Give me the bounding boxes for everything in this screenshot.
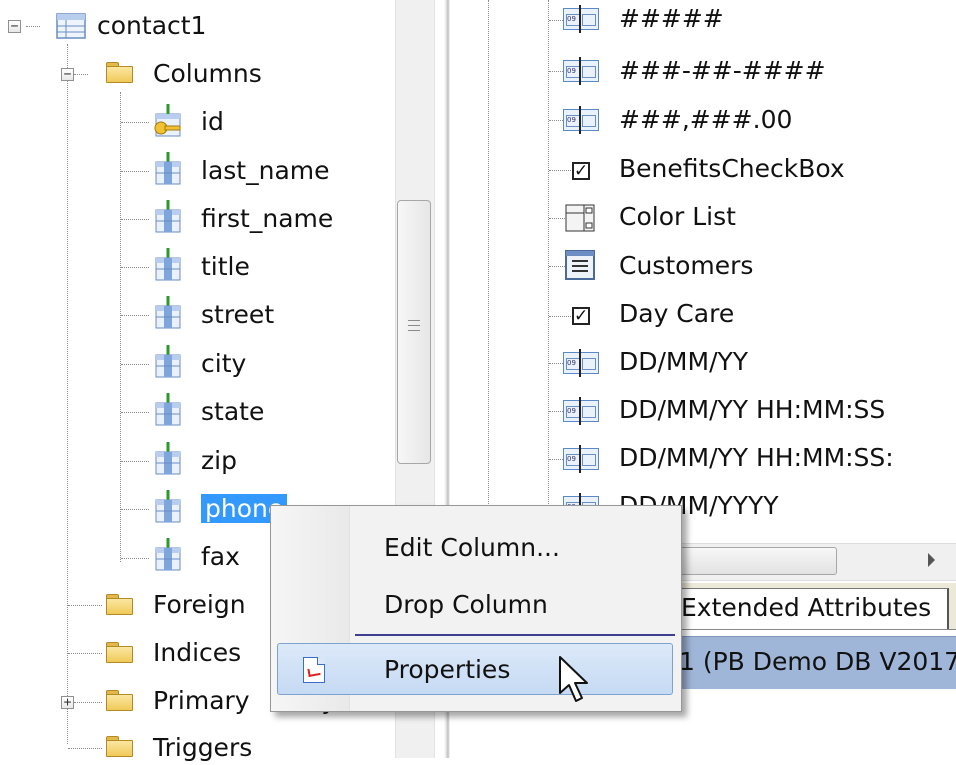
column-icon <box>155 248 181 281</box>
edit-style-item[interactable]: ##### <box>619 2 724 36</box>
edit-style-item[interactable]: Customers <box>619 249 753 283</box>
checkbox-icon: ✓ <box>572 161 590 181</box>
column-icon <box>155 393 181 426</box>
collapse-toggle[interactable]: − <box>8 20 21 33</box>
menu-item-label: Properties <box>384 655 511 684</box>
column-icon <box>155 200 181 233</box>
column-icon <box>155 490 181 523</box>
column-label[interactable]: last_name <box>201 154 330 188</box>
collapse-toggle[interactable]: − <box>61 68 74 81</box>
menu-item-properties[interactable]: Properties <box>277 643 673 695</box>
menu-item-drop-column[interactable]: Drop Column <box>277 579 673 631</box>
table-name[interactable]: contact1 <box>97 9 206 43</box>
edit-style-item[interactable]: BenefitsCheckBox <box>619 152 845 186</box>
folder-label[interactable]: Foreign <box>153 588 246 622</box>
tab-label: Extended Attributes <box>681 593 932 622</box>
table-icon <box>56 13 86 39</box>
tab-extended-attributes[interactable]: Extended Attributes <box>677 588 949 629</box>
column-icon <box>155 442 181 475</box>
folder-label[interactable]: Triggers <box>153 731 252 765</box>
scrollbar-thumb[interactable] <box>397 200 431 464</box>
column-label[interactable]: id <box>201 105 224 139</box>
columns-folder-label[interactable]: Columns <box>153 57 262 91</box>
edit-mask-icon: 09 <box>563 445 599 473</box>
edit-mask-icon: 09 <box>563 57 599 85</box>
folder-open-icon <box>106 62 133 83</box>
folder-label[interactable]: Primary <box>153 684 250 718</box>
key-column-icon <box>154 104 181 137</box>
column-icon <box>155 538 181 571</box>
column-label[interactable]: street <box>201 298 274 332</box>
menu-separator <box>355 634 675 636</box>
column-label[interactable]: zip <box>201 444 237 478</box>
checkbox-icon: ✓ <box>572 306 590 326</box>
folder-label[interactable]: Indices <box>153 636 241 670</box>
scroll-right-arrow-icon[interactable] <box>928 553 935 567</box>
edit-style-item[interactable]: ###-##-#### <box>619 54 826 88</box>
edit-style-item[interactable]: DD/MM/YY <box>619 345 748 379</box>
properties-icon <box>303 657 325 683</box>
column-label[interactable]: first_name <box>201 202 333 236</box>
dropdown-list-icon <box>565 204 595 232</box>
edit-style-item[interactable]: ###,###.00 <box>619 103 792 137</box>
folder-icon <box>106 690 133 711</box>
edit-mask-icon: 09 <box>563 5 599 33</box>
edit-styles-panel: 09 ##### 09 ###-##-#### 09 ###,###.00 ✓ … <box>455 0 956 540</box>
column-label[interactable]: fax <box>201 540 240 574</box>
edit-style-item[interactable]: DD/MM/YY HH:MM:SS: <box>619 441 894 475</box>
folder-icon <box>106 642 133 663</box>
menu-item-label: Edit Column... <box>384 533 560 562</box>
edit-mask-icon: 09 <box>563 106 599 134</box>
menu-item-edit-column[interactable]: Edit Column... <box>277 522 673 574</box>
column-icon <box>155 152 181 185</box>
context-menu: Edit Column... Drop Column Properties <box>270 505 682 712</box>
horizontal-scrollbar-thumb[interactable] <box>677 547 837 575</box>
edit-style-item[interactable]: Day Care <box>619 297 734 331</box>
column-icon <box>155 345 181 378</box>
expand-toggle[interactable]: + <box>61 696 74 709</box>
column-label[interactable]: state <box>201 395 264 429</box>
mouse-pointer-icon <box>559 656 588 702</box>
edit-mask-icon: 09 <box>563 397 599 425</box>
menu-item-label: Drop Column <box>384 590 548 619</box>
status-bar: 1 (PB Demo DB V2017 <box>677 636 956 689</box>
edit-style-item[interactable]: DD/MM/YY HH:MM:SS <box>619 393 885 427</box>
column-label[interactable]: title <box>201 250 250 284</box>
column-icon <box>155 296 181 329</box>
column-label[interactable]: city <box>201 347 246 381</box>
folder-icon <box>106 736 133 757</box>
edit-mask-icon: 09 <box>563 349 599 377</box>
folder-icon <box>106 594 133 615</box>
status-text: 1 (PB Demo DB V2017 <box>679 647 956 676</box>
datawindow-icon <box>565 250 595 280</box>
edit-style-item[interactable]: Color List <box>619 200 736 234</box>
